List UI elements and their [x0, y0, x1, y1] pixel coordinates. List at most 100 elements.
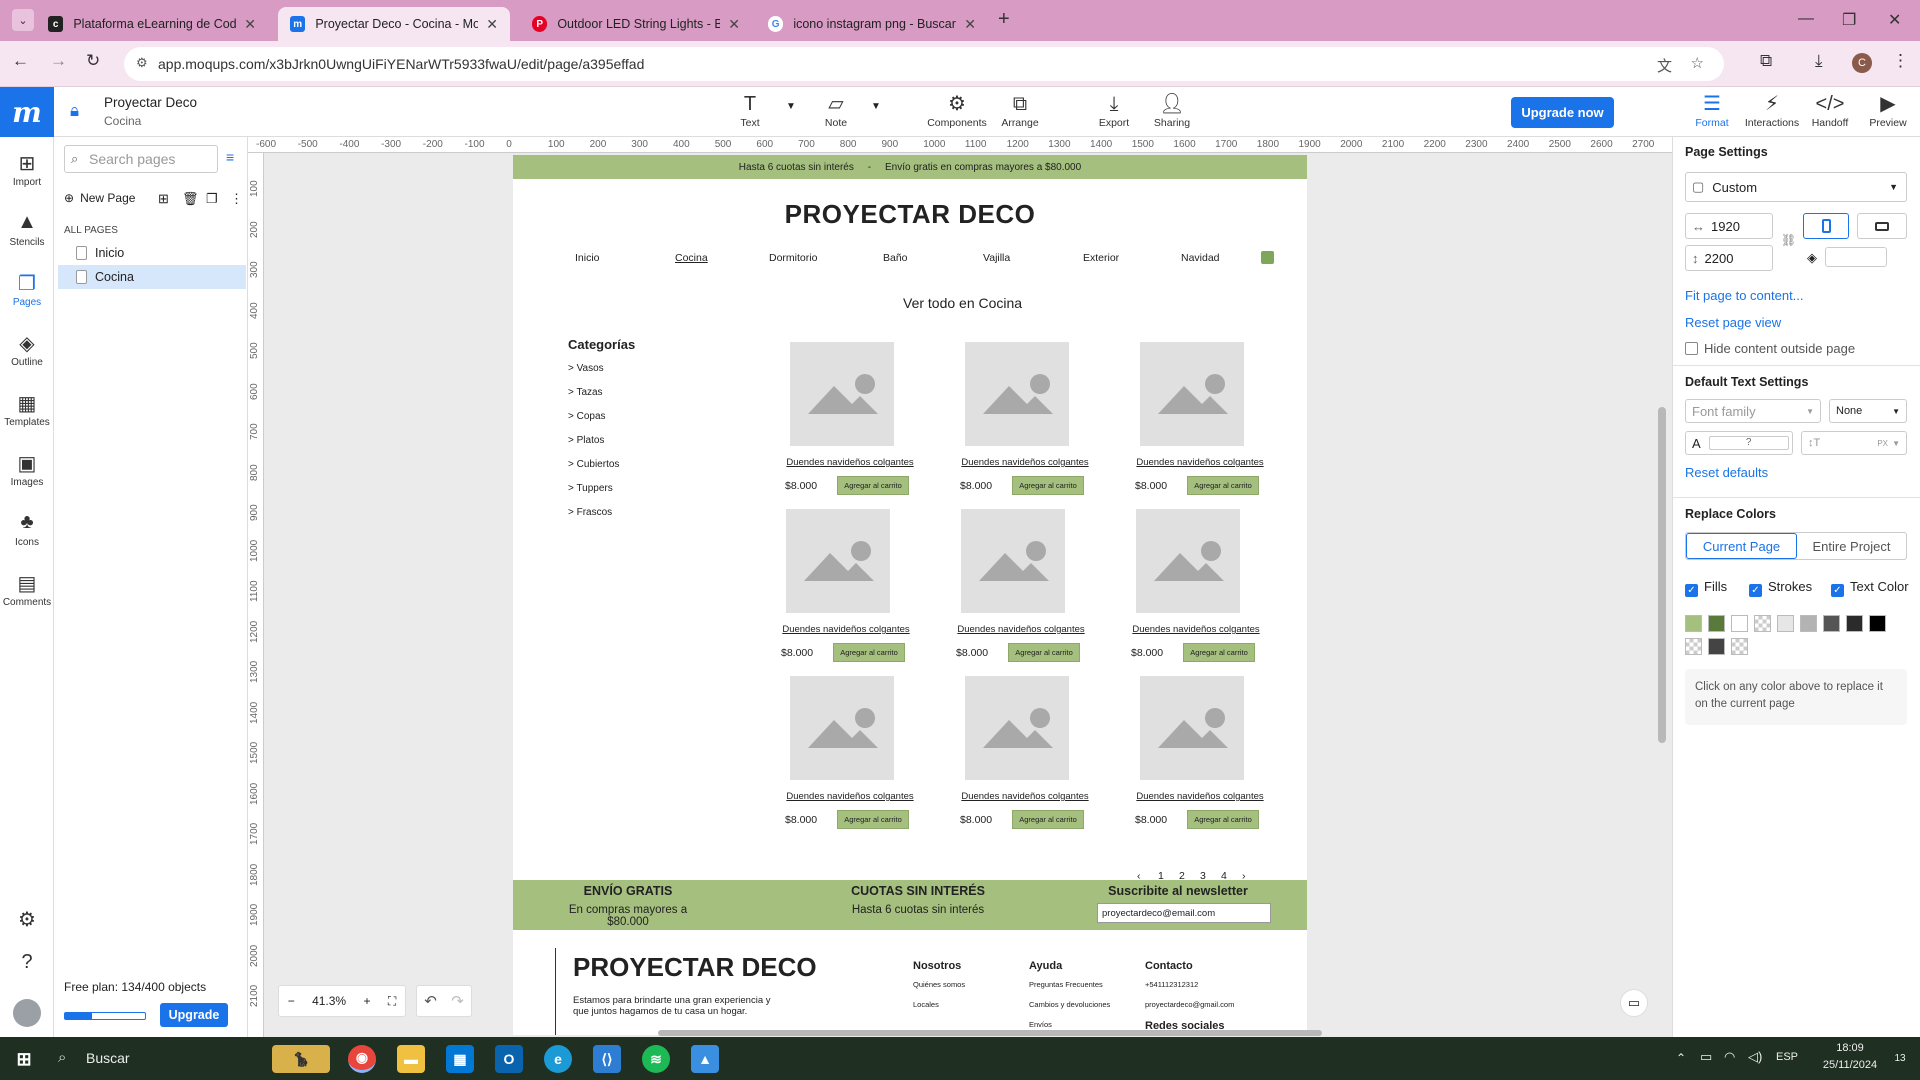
page-item-inicio[interactable]: Inicio [58, 241, 246, 265]
add-to-cart-button[interactable]: Agregar al carrito [1012, 476, 1084, 495]
taskbar-search-icon[interactable]: ⌕ [58, 1049, 66, 1066]
page-preset-select[interactable]: ▢ Custom ▼ [1685, 172, 1907, 202]
lock-icon[interactable]: 🔒︎ [70, 101, 79, 121]
spotify-icon[interactable]: ≋ [642, 1045, 670, 1073]
text-tool[interactable]: T Text [736, 91, 764, 129]
font-family-select[interactable]: Font family ▼ [1685, 399, 1821, 423]
downloads-icon[interactable]: ⤓ [1815, 51, 1823, 71]
url-input[interactable]: ⚙ app.moqups.com/x3bJrkn0UwngUiFiYENarWT… [124, 47, 1724, 81]
footer-link[interactable]: Quiénes somos [913, 980, 965, 989]
benefit-installments[interactable]: CUOTAS SIN INTERÉS Hasta 6 cuotas sin int… [843, 884, 993, 916]
add-to-cart-button[interactable]: Agregar al carrito [1187, 810, 1259, 829]
tab-google[interactable]: G icono instagram png - Buscar c ✕ [756, 7, 988, 41]
tray-chevron-icon[interactable]: ⌃ [1676, 1051, 1686, 1065]
nav-dormitorio[interactable]: Dormitorio [769, 252, 817, 264]
canvas[interactable]: -600 -500 -400 -300 -200 -100 0 100 200 300 400 500… [248, 137, 1672, 1037]
tray-display-icon[interactable]: ▭ [1700, 1049, 1712, 1065]
rail-outline[interactable]: ◈ Outline [0, 331, 54, 368]
benefit-shipping[interactable]: ENVÍO GRATIS En compras mayores a $80.000 [553, 884, 703, 928]
close-window-icon[interactable]: ✕ [1888, 10, 1901, 30]
rail-settings[interactable]: ⚙ [0, 907, 54, 933]
lock-ratio-icon[interactable]: ⛓︎ [1781, 233, 1796, 247]
add-to-cart-button[interactable]: Agregar al carrito [1008, 643, 1080, 662]
components-tool[interactable]: ⚙ Components [925, 91, 989, 129]
strokes-checkbox[interactable]: ✓ Strokes [1749, 579, 1812, 597]
wifi-icon[interactable]: ◠ [1724, 1049, 1735, 1065]
footer-link[interactable]: Locales [913, 1000, 965, 1009]
fit-screen-icon[interactable]: ⛶ [388, 994, 396, 1009]
color-swatch[interactable] [1708, 615, 1725, 632]
product-name[interactable]: Duendes navideños colgantes [785, 457, 915, 468]
nav-bano[interactable]: Baño [883, 252, 908, 264]
restore-icon[interactable]: ❐ [1842, 10, 1856, 30]
footer-link[interactable]: Preguntas Frecuentes [1029, 980, 1110, 989]
color-swatch[interactable] [1685, 615, 1702, 632]
clock-time[interactable]: 18:09 [1820, 1042, 1880, 1054]
page-item-cocina[interactable]: Cocina [58, 265, 246, 289]
file-explorer-icon[interactable]: ▬ [397, 1045, 425, 1073]
bookmark-star-icon[interactable]: ☆ [1691, 54, 1704, 72]
rail-stencils[interactable]: ▲ Stencils [0, 211, 54, 248]
minimize-icon[interactable]: — [1798, 10, 1814, 28]
tab-moqups[interactable]: m Proyectar Deco - Cocina - Moqu ✕ [278, 7, 510, 41]
add-to-cart-button[interactable]: Agregar al carrito [1012, 810, 1084, 829]
zoom-in-icon[interactable]: + [363, 994, 370, 1008]
landscape-button[interactable] [1857, 213, 1907, 239]
category-item[interactable]: > Tuppers [568, 483, 613, 494]
scrollbar-thumb[interactable] [1658, 407, 1666, 743]
upgrade-button[interactable]: Upgrade [160, 1003, 228, 1027]
zoom-out-icon[interactable]: − [288, 994, 295, 1008]
text-color-field[interactable]: A? [1685, 431, 1793, 455]
vscode-icon[interactable]: ⟨⟩ [593, 1045, 621, 1073]
project-name[interactable]: Proyectar Deco [104, 95, 197, 110]
product-name[interactable]: Duendes navideños colgantes [1135, 457, 1265, 468]
page-width-input[interactable]: ↔ 1920 [1685, 213, 1773, 239]
nav-cocina[interactable]: Cocina [675, 252, 708, 264]
add-folder-icon[interactable]: ⊞ [158, 191, 169, 207]
add-to-cart-button[interactable]: Agregar al carrito [837, 476, 909, 495]
volume-icon[interactable]: ◁) [1748, 1049, 1762, 1065]
fills-checkbox[interactable]: ✓ Fills [1685, 579, 1727, 597]
text-color-checkbox[interactable]: ✓ Text Color [1831, 579, 1909, 597]
color-swatch[interactable] [1777, 615, 1794, 632]
taskbar-search-text[interactable]: Buscar [86, 1050, 130, 1066]
color-swatch[interactable] [1685, 638, 1702, 655]
category-item[interactable]: > Tazas [568, 387, 603, 398]
vertical-scrollbar[interactable] [1658, 157, 1666, 1023]
rail-comments[interactable]: ▤ Comments [0, 571, 54, 608]
chrome-icon[interactable]: ◉ [348, 1045, 376, 1073]
store-icon[interactable]: ▦ [446, 1045, 474, 1073]
color-swatch[interactable] [1800, 615, 1817, 632]
page-fill-input[interactable] [1825, 247, 1887, 267]
zoom-level[interactable]: 41.3% [312, 994, 346, 1008]
language-indicator[interactable]: ESP [1776, 1051, 1798, 1063]
product-name[interactable]: Duendes navideños colgantes [960, 457, 1090, 468]
forward-icon[interactable]: → [50, 51, 67, 71]
menu-icon[interactable]: ⋮ [1892, 51, 1909, 71]
color-swatch[interactable] [1731, 615, 1748, 632]
redo-icon[interactable]: ↷ [451, 992, 464, 1010]
close-icon[interactable]: ✕ [486, 16, 498, 33]
footer-description[interactable]: Estamos para brindarte una gran experien… [573, 995, 783, 1017]
nav-exterior[interactable]: Exterior [1083, 252, 1119, 264]
fit-page-link[interactable]: Fit page to content... [1685, 288, 1804, 303]
footer-link[interactable]: proyectardeco@gmail.com [1145, 1000, 1234, 1009]
product-name[interactable]: Duendes navideños colgantes [1131, 624, 1261, 635]
close-icon[interactable]: ✕ [728, 16, 740, 33]
rail-pages[interactable]: ❐ Pages [0, 271, 54, 308]
caret-down-icon[interactable]: ▼ [786, 101, 796, 112]
nav-vajilla[interactable]: Vajilla [983, 252, 1010, 264]
add-to-cart-button[interactable]: Agregar al carrito [1187, 476, 1259, 495]
comment-icon[interactable]: ▭ [1620, 989, 1648, 1017]
duplicate-icon[interactable]: ❐ [206, 191, 218, 207]
portrait-button[interactable] [1803, 213, 1849, 239]
color-swatch[interactable] [1869, 615, 1886, 632]
font-size-input[interactable]: ↕T PX ▼ [1801, 431, 1907, 455]
product-name[interactable]: Duendes navideños colgantes [1135, 791, 1265, 802]
footer-link[interactable]: +541112312312 [1145, 980, 1234, 989]
fill-color-icon[interactable]: ◈ [1807, 250, 1817, 266]
site-info-icon[interactable]: ⚙ [136, 55, 148, 71]
rail-help[interactable]: ? [0, 951, 54, 977]
back-icon[interactable]: ← [12, 51, 29, 71]
categories-title[interactable]: Categorías [568, 337, 635, 352]
